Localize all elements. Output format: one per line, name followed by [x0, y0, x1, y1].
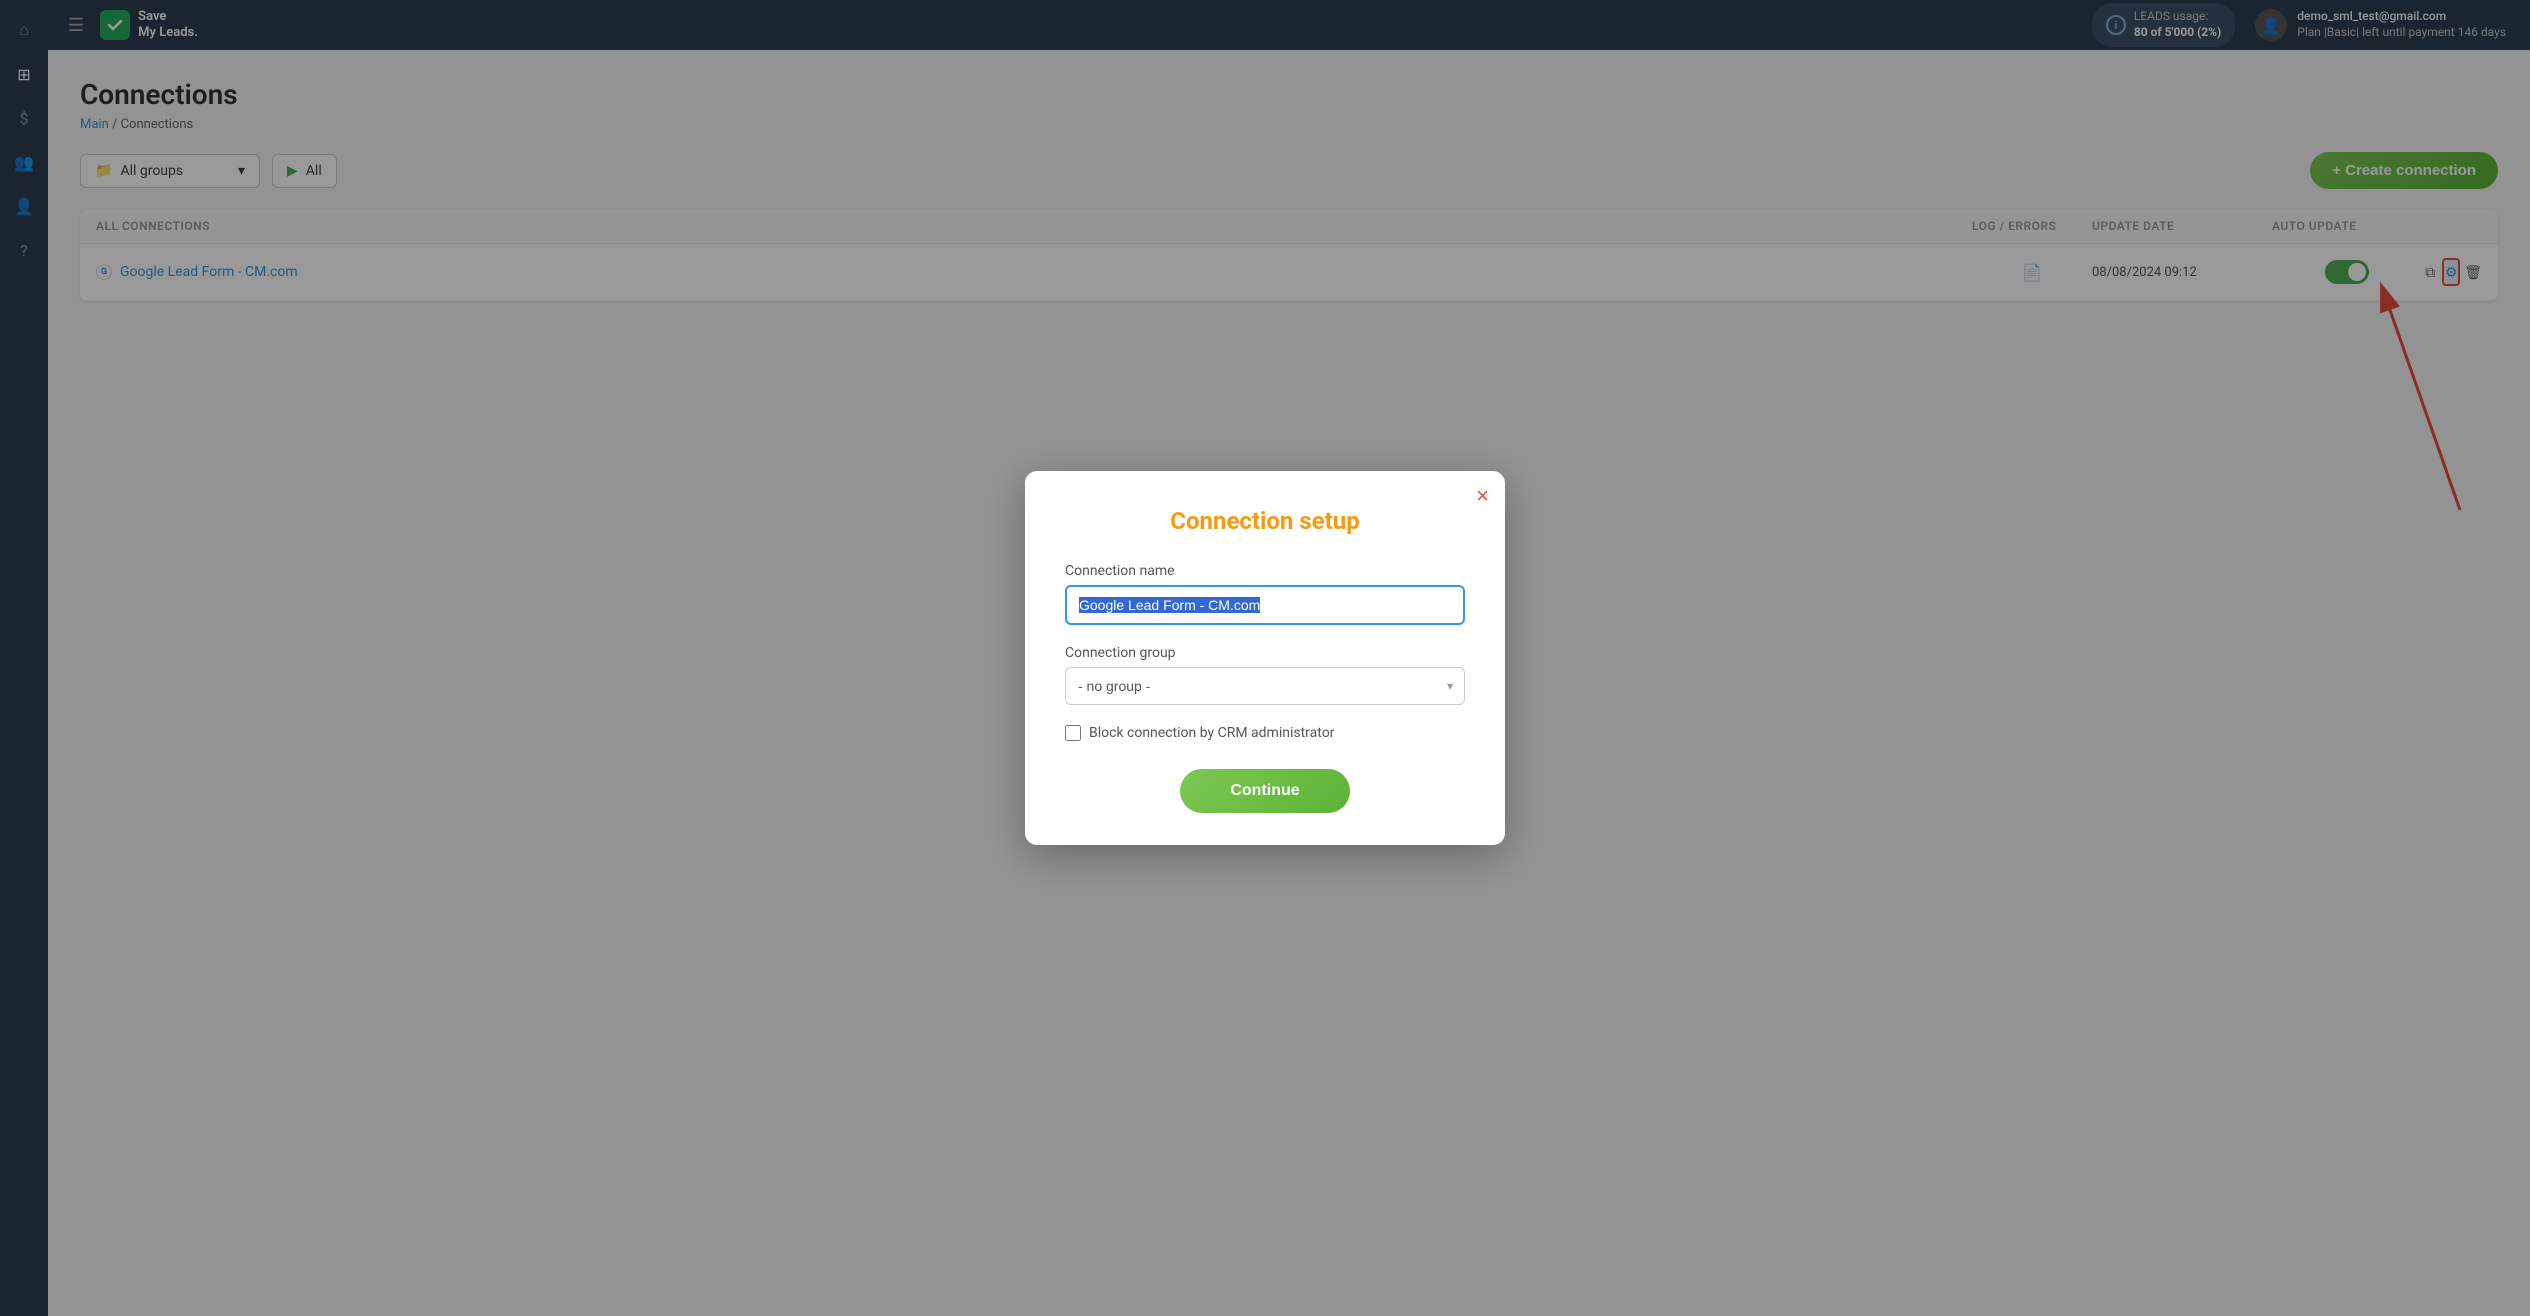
modal-close-button[interactable]: ×	[1476, 485, 1489, 507]
connection-name-group: Connection name	[1065, 563, 1465, 625]
modal-overlay[interactable]: × Connection setup Connection name Conne…	[0, 0, 2530, 1316]
connection-group-group: Connection group - no group - Group 1 Gr…	[1065, 645, 1465, 705]
connection-name-input[interactable]	[1065, 585, 1465, 625]
connection-group-select[interactable]: - no group - Group 1 Group 2	[1065, 667, 1465, 705]
connection-setup-modal: × Connection setup Connection name Conne…	[1025, 471, 1505, 845]
modal-title: Connection setup	[1065, 507, 1465, 535]
block-connection-group: Block connection by CRM administrator	[1065, 725, 1465, 741]
modal-footer: Continue	[1065, 769, 1465, 813]
connection-name-label: Connection name	[1065, 563, 1465, 579]
block-connection-checkbox[interactable]	[1065, 725, 1081, 741]
block-connection-label[interactable]: Block connection by CRM administrator	[1089, 725, 1334, 741]
continue-button[interactable]: Continue	[1180, 769, 1349, 813]
connection-group-select-wrapper: - no group - Group 1 Group 2 ▾	[1065, 667, 1465, 705]
connection-group-label: Connection group	[1065, 645, 1465, 661]
